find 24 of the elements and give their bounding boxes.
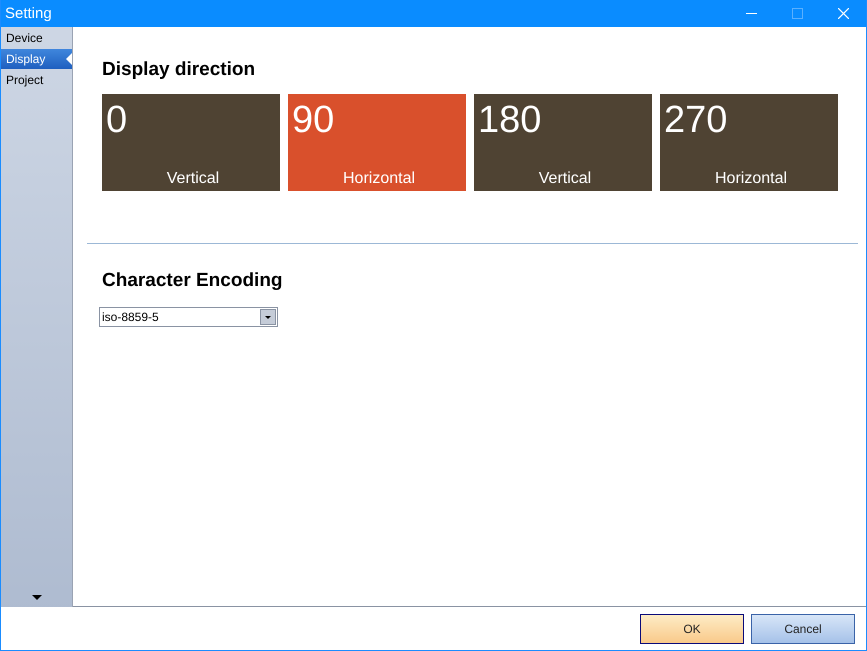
orientation-label: Horizontal — [342, 170, 416, 188]
angle-text: 270 — [664, 100, 728, 140]
section-heading: Character Encoding — [102, 270, 284, 292]
window-title: Setting — [4, 5, 53, 22]
angle-text: 180 — [478, 100, 542, 140]
direction-tile[interactable]: 180 Vertical — [474, 94, 652, 191]
sidebar-item[interactable]: Project — [1, 70, 72, 90]
close-icon[interactable] — [838, 8, 848, 19]
direction-tile[interactable]: 270 Horizontal — [660, 94, 838, 191]
ok-button[interactable]: OK — [640, 614, 744, 644]
direction-tile[interactable]: 90 Horizontal — [288, 94, 466, 191]
sidebar-item[interactable]: Display — [1, 49, 72, 69]
cancel-button[interactable]: Cancel — [751, 614, 855, 644]
section-heading: Display direction — [102, 59, 256, 81]
minimize-icon[interactable] — [746, 12, 756, 14]
angle-text: 90 — [292, 100, 334, 140]
scroll-down-icon[interactable] — [32, 595, 42, 600]
angle-text: 0 — [106, 100, 128, 140]
direction-tile[interactable]: 0 Vertical — [102, 94, 280, 191]
orientation-label: Vertical — [166, 170, 220, 188]
sidebar-item[interactable]: Device — [1, 28, 72, 48]
encoding-dropdown[interactable]: iso-8859-5 — [99, 307, 278, 327]
orientation-label: Vertical — [538, 170, 592, 188]
orientation-label: Horizontal — [714, 170, 788, 188]
